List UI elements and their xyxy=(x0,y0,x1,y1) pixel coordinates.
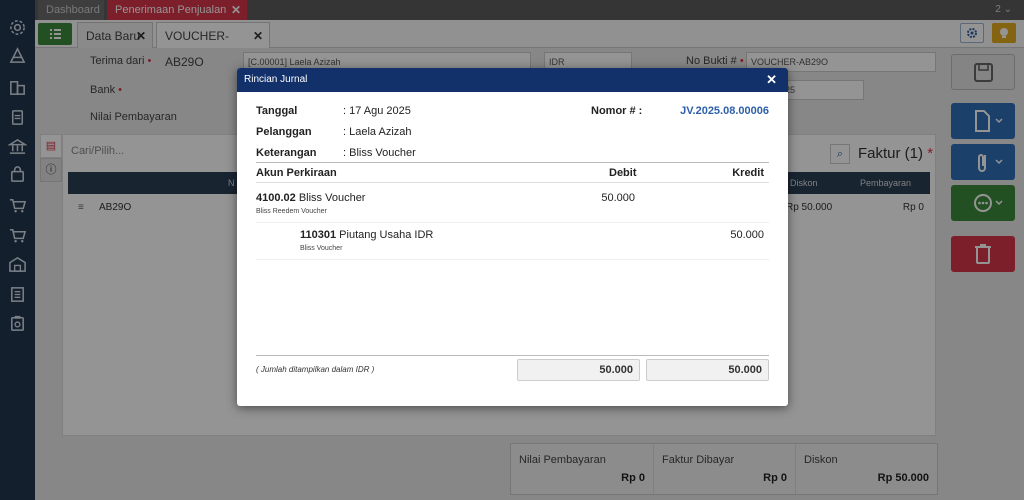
journal-detail-modal: Rincian Jurnal ✕ Tanggal : 17 Agu 2025 P… xyxy=(237,68,788,406)
divider xyxy=(256,162,769,163)
col-kredit: Kredit xyxy=(732,167,764,179)
divider xyxy=(256,259,769,260)
account-name: 4100.02 Bliss Voucher xyxy=(256,192,366,204)
keterangan-label: Keterangan xyxy=(256,147,317,159)
col-akun: Akun Perkiraan xyxy=(256,167,337,179)
divider xyxy=(256,355,769,356)
modal-header: Rincian Jurnal ✕ xyxy=(237,68,788,92)
nomor-link[interactable]: JV.2025.08.00006 xyxy=(680,105,769,117)
pelanggan-value: : Laela Azizah xyxy=(343,126,412,138)
tanggal-value: : 17 Agu 2025 xyxy=(343,105,411,117)
close-icon[interactable]: ✕ xyxy=(766,68,777,92)
account-note: Bliss Voucher xyxy=(300,245,343,252)
debit-value: 50.000 xyxy=(601,192,635,204)
divider xyxy=(256,182,769,183)
tanggal-label: Tanggal xyxy=(256,105,298,117)
account-name: 110301 Piutang Usaha IDR xyxy=(300,229,434,241)
col-debit: Debit xyxy=(609,167,637,179)
nomor-label: Nomor # : xyxy=(591,105,643,117)
pelanggan-label: Pelanggan xyxy=(256,126,312,138)
keterangan-value: : Bliss Voucher xyxy=(343,147,416,159)
kredit-value: 50.000 xyxy=(730,229,764,241)
divider xyxy=(256,222,769,223)
total-debit: 50.000 xyxy=(517,359,640,381)
account-note: Bliss Reedem Voucher xyxy=(256,208,327,215)
total-kredit: 50.000 xyxy=(646,359,769,381)
modal-title: Rincian Jurnal xyxy=(244,74,308,85)
currency-footnote: ( Jumlah ditampilkan dalam IDR ) xyxy=(256,365,375,374)
